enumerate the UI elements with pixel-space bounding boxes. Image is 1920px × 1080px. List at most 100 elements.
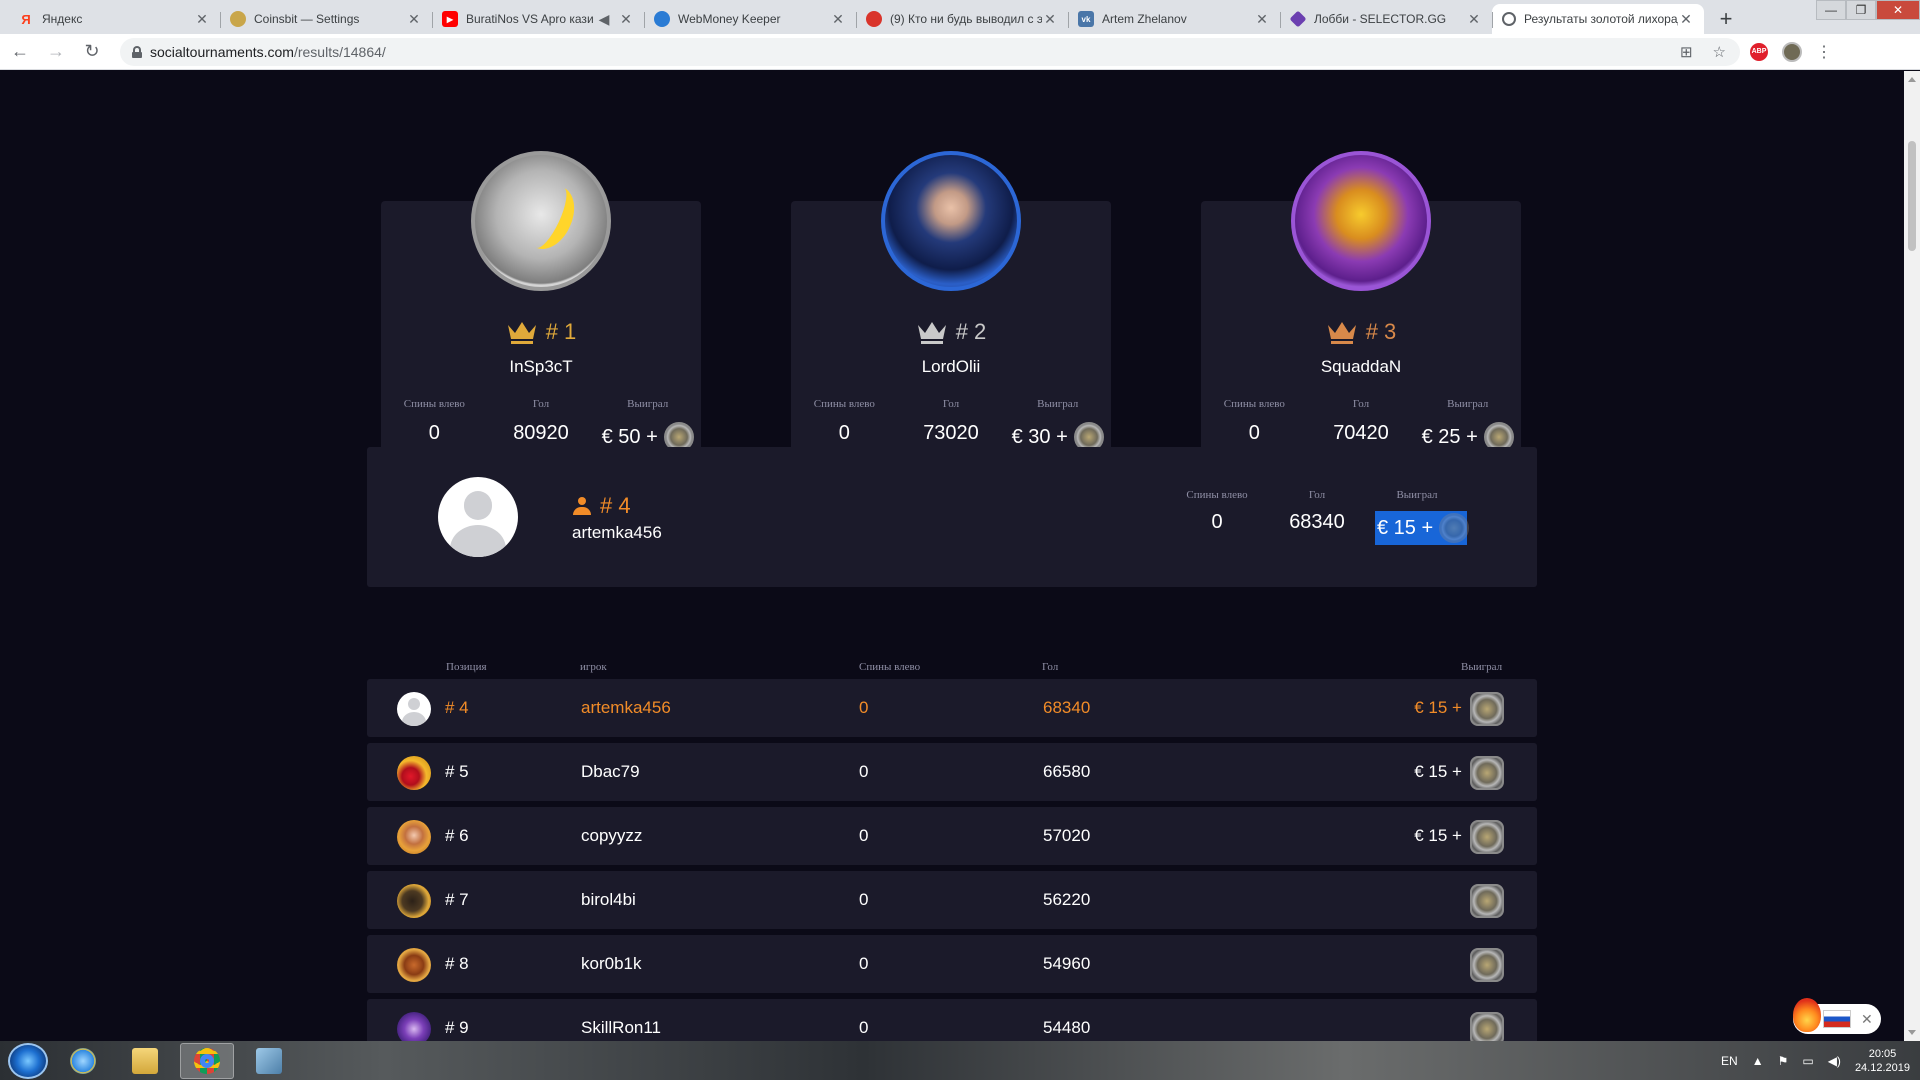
won-label: Выиграл <box>1447 398 1489 410</box>
clock-time: 20:05 <box>1868 1047 1897 1060</box>
profile-avatar[interactable] <box>1782 41 1802 62</box>
bonus-badge-icon <box>1470 1012 1504 1041</box>
row-prize: € 15 + <box>1414 698 1462 717</box>
page-scrollbar[interactable] <box>1904 71 1920 1041</box>
tab-close-icon[interactable]: ✕ <box>406 11 422 28</box>
taskbar-app[interactable] <box>242 1043 296 1079</box>
spins-value: 0 <box>1211 511 1223 533</box>
current-player-avatar <box>438 477 518 557</box>
tab-webmoney[interactable]: WebMoney Keeper ✕ <box>644 4 856 34</box>
tab-coinsbit[interactable]: Coinsbit — Settings ✕ <box>220 4 432 34</box>
row-spins: 0 <box>859 890 869 909</box>
forward-button[interactable]: → <box>40 36 72 68</box>
action-center-flag-icon[interactable]: ⚑ <box>1778 1054 1789 1068</box>
tab-title: Лобби - SELECTOR.GG <box>1314 12 1447 26</box>
bookmark-star-icon[interactable]: ☆ <box>1713 43 1726 61</box>
player-name: SquaddaN <box>1320 357 1402 376</box>
network-icon[interactable]: ▭ <box>1802 1054 1813 1068</box>
tab-results[interactable]: Результаты золотой лихорадк ✕ <box>1492 4 1704 34</box>
row-rank: # 9 <box>445 1018 469 1037</box>
points-value: 70420 <box>1333 422 1389 444</box>
tab-selector[interactable]: Лобби - SELECTOR.GG ✕ <box>1280 4 1492 34</box>
prize-text: € 25 + <box>1421 425 1478 448</box>
tab-close-icon[interactable]: ✕ <box>1466 11 1482 28</box>
tab-vk[interactable]: vk Artem Zhelanov ✕ <box>1068 4 1280 34</box>
spins-label: Спины влево <box>813 398 875 410</box>
vk-favicon-icon: vk <box>1078 11 1094 27</box>
scroll-down-arrow-icon[interactable] <box>1908 1030 1916 1035</box>
spins-label: Спины влево <box>1186 489 1248 501</box>
tab-close-icon[interactable]: ✕ <box>194 11 210 28</box>
language-widget[interactable]: ✕ <box>1793 998 1881 1034</box>
spins-value: 0 <box>838 422 850 444</box>
points-value: 80920 <box>513 422 569 444</box>
adblock-plus-icon[interactable]: ABP <box>1750 42 1768 61</box>
tab-title: Яндекс <box>42 12 83 26</box>
scroll-up-arrow-icon[interactable] <box>1908 77 1916 82</box>
volume-icon[interactable]: ◀) <box>1828 1054 1841 1068</box>
start-button[interactable] <box>8 1042 48 1079</box>
tab-youtube[interactable]: ▶ BuratiNos VS Apro кази ◀ ✕ <box>432 4 644 34</box>
podium-card-1: # 1 InSp3cT Спины влево 0 Гол 80920 Выигра… <box>381 151 701 476</box>
reload-button[interactable]: ↻ <box>76 36 108 68</box>
player-avatar <box>397 756 431 790</box>
tab-close-icon[interactable]: ✕ <box>1254 11 1270 28</box>
player-stats: Спины влево 0 Гол 80920 Выиграл € 50 + <box>381 398 701 452</box>
scrollbar-thumb[interactable] <box>1908 141 1916 251</box>
points-value: 68340 <box>1289 511 1345 533</box>
player-avatar <box>397 948 431 982</box>
bonus-badge-icon <box>1470 948 1504 982</box>
tab-close-icon[interactable]: ✕ <box>1678 11 1694 28</box>
window-close-button[interactable]: ✕ <box>1876 0 1920 20</box>
tray-clock[interactable]: 20:05 24.12.2019 <box>1855 1047 1910 1075</box>
current-player-panel: # 4 artemka456 Спины влево 0 Гол 68340 Выи… <box>367 447 1537 587</box>
page-content: # 1 InSp3cT Спины влево 0 Гол 80920 Выигра… <box>0 71 1904 1041</box>
row-spins: 0 <box>859 762 869 781</box>
row-player: kor0b1k <box>581 954 642 973</box>
spins-value: 0 <box>1248 422 1260 444</box>
row-points: 57020 <box>1043 826 1091 845</box>
tab-title: Coinsbit — Settings <box>254 12 360 26</box>
player-avatar <box>397 820 431 854</box>
youtube-favicon-icon: ▶ <box>442 11 458 27</box>
keyboard-language[interactable]: EN <box>1721 1054 1738 1068</box>
back-button[interactable]: ← <box>4 36 36 68</box>
tab-close-icon[interactable]: ✕ <box>618 11 634 28</box>
minimize-button[interactable]: — <box>1816 0 1846 20</box>
row-rank: # 4 <box>445 698 469 717</box>
folder-icon <box>132 1047 158 1074</box>
taskbar-ie[interactable] <box>56 1043 110 1079</box>
podium-card-2: # 2 LordOlii Спины влево 0 Гол 73020 Выигр… <box>791 151 1111 476</box>
address-bar[interactable]: socialtournaments.com /results/14864/ ⊞ … <box>120 37 1740 66</box>
col-header-spins: Спины влево <box>859 661 921 673</box>
maximize-button[interactable]: ❐ <box>1846 0 1876 20</box>
row-points: 56220 <box>1043 890 1091 909</box>
table-row: # 7 birol4bi 0 56220 <box>367 871 1537 929</box>
tray-expand-icon[interactable]: ▲ <box>1752 1054 1764 1068</box>
row-points: 66580 <box>1043 762 1091 781</box>
rank-number: # 2 <box>955 319 987 344</box>
points-label: Гол <box>1352 398 1370 410</box>
default-user-icon <box>438 477 518 557</box>
app-icon <box>256 1047 282 1074</box>
tab-audio-icon[interactable]: ◀ <box>596 11 612 28</box>
rank-number: # 1 <box>545 319 577 344</box>
flame-icon <box>1793 998 1821 1032</box>
prize-value-selected[interactable]: € 15 + <box>1375 511 1470 545</box>
browser-menu-icon[interactable]: ⋮ <box>1816 42 1832 62</box>
tab-close-icon[interactable]: ✕ <box>1042 11 1058 28</box>
russian-flag-icon[interactable] <box>1823 1010 1851 1028</box>
bonus-badge-icon <box>1470 820 1504 854</box>
tab-close-icon[interactable]: ✕ <box>830 11 846 28</box>
crown-bronze-icon <box>1327 322 1356 344</box>
tab-yandex[interactable]: Я Яндекс ✕ <box>8 4 220 34</box>
tab-forum[interactable]: (9) Кто ни будь выводил с э ✕ <box>856 4 1068 34</box>
prize-text: € 15 + <box>1377 516 1434 539</box>
player-avatar <box>397 884 431 918</box>
selector-favicon-icon <box>1289 10 1307 28</box>
taskbar-explorer[interactable] <box>118 1043 172 1079</box>
close-icon[interactable]: ✕ <box>1861 1011 1873 1028</box>
translate-icon[interactable]: ⊞ <box>1680 43 1693 61</box>
new-tab-button[interactable]: + <box>1712 5 1740 33</box>
taskbar-chrome[interactable] <box>180 1042 234 1079</box>
